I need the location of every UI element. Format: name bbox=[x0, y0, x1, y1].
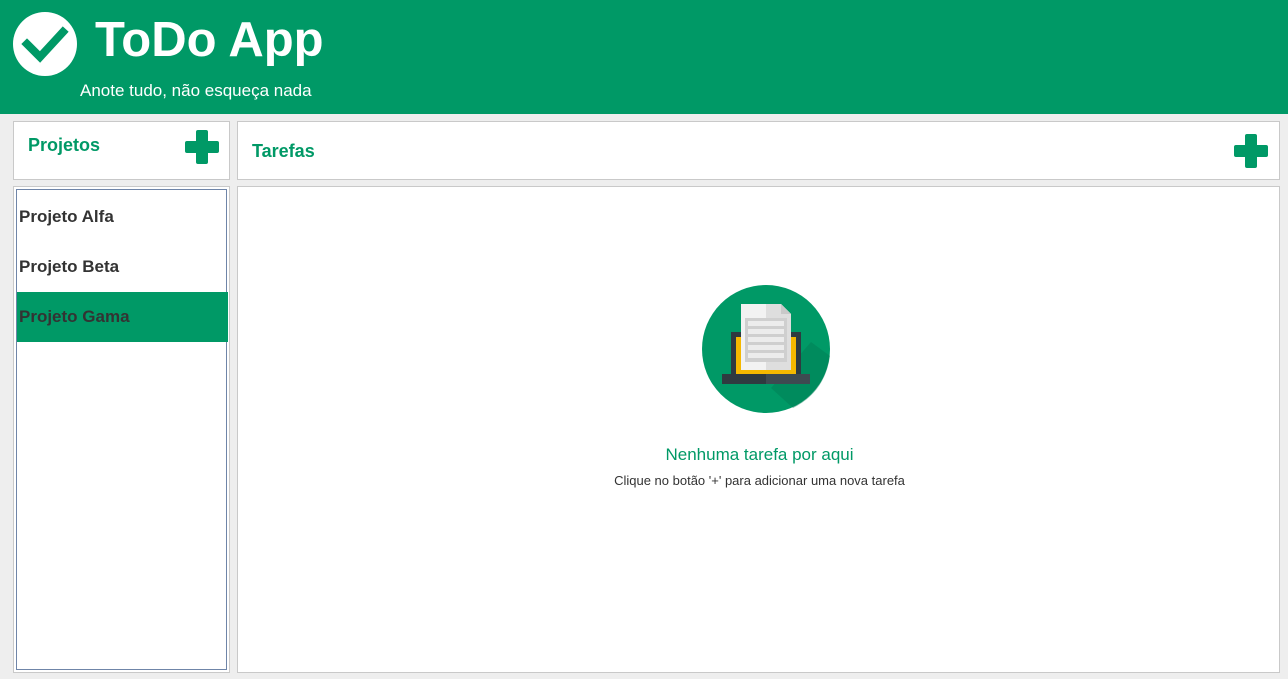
app-subtitle: Anote tudo, não esqueça nada bbox=[80, 81, 312, 100]
project-item-beta[interactable]: Projeto Beta bbox=[17, 242, 228, 292]
laptop-document-icon bbox=[702, 285, 830, 413]
projects-header: Projetos bbox=[13, 121, 230, 180]
projects-list-frame: Projeto Alfa Projeto Beta Projeto Gama bbox=[16, 189, 228, 670]
add-project-button[interactable] bbox=[185, 130, 219, 164]
tasks-header: Tarefas bbox=[237, 121, 1280, 180]
project-item-gama[interactable]: Projeto Gama bbox=[17, 292, 228, 342]
plus-icon bbox=[1234, 134, 1268, 168]
plus-icon bbox=[185, 130, 219, 164]
tasks-list: Nenhuma tarefa por aqui Clique no botão … bbox=[237, 186, 1280, 673]
empty-state-hint: Clique no botão '+' para adicionar uma n… bbox=[614, 473, 905, 488]
add-task-button[interactable] bbox=[1234, 134, 1268, 168]
check-circle-icon bbox=[13, 12, 77, 76]
project-item-alfa[interactable]: Projeto Alfa bbox=[17, 192, 228, 242]
app-header: ToDo App Anote tudo, não esqueça nada bbox=[0, 0, 1288, 114]
tasks-title: Tarefas bbox=[252, 141, 315, 161]
projects-title: Projetos bbox=[28, 135, 101, 155]
projects-list[interactable]: Projeto Alfa Projeto Beta Projeto Gama bbox=[13, 186, 230, 673]
empty-state-title: Nenhuma tarefa por aqui bbox=[665, 445, 854, 464]
app-title: ToDo App bbox=[95, 13, 324, 67]
